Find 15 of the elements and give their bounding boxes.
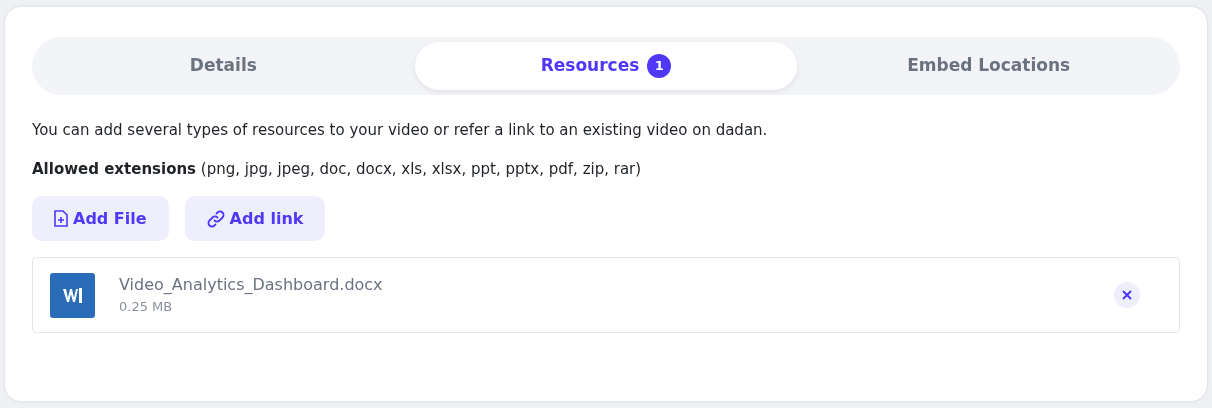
file-name: Video_Analytics_Dashboard.docx bbox=[119, 274, 384, 297]
link-icon bbox=[206, 209, 225, 228]
file-plus-icon bbox=[54, 210, 68, 227]
tab[interactable]: Embed Locations bbox=[797, 42, 1180, 90]
document-icon bbox=[50, 272, 95, 318]
tab[interactable]: Resources 1 bbox=[414, 42, 798, 90]
add-link-button[interactable]: Add link bbox=[184, 196, 326, 241]
add-file-button[interactable]: Add File bbox=[32, 196, 169, 241]
close-icon bbox=[1122, 290, 1132, 300]
description-text: You can add several types of resources to your video or refer a link to an existing video on dadan. bbox=[32, 120, 769, 141]
file-size: 0.25 MB bbox=[119, 298, 174, 317]
count-badge: 1 bbox=[647, 54, 672, 78]
allowed-extensions-text: Allowed extensions (png, jpg, jpeg, doc, docx, xls, xlsx, ppt, pptx, pdf, zip, rar) bbox=[32, 158, 643, 180]
remove-button[interactable] bbox=[1114, 282, 1140, 308]
tab[interactable]: Details bbox=[32, 42, 415, 90]
